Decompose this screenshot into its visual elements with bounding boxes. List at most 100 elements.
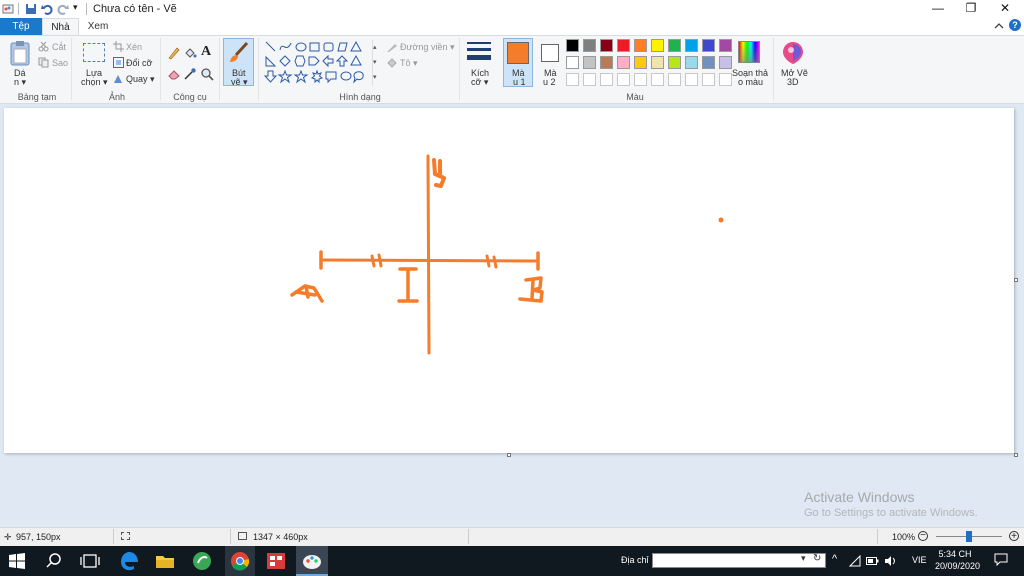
- show-hidden-icons-icon[interactable]: ^: [832, 553, 837, 565]
- color-picker-icon[interactable]: [183, 67, 197, 81]
- cut-icon[interactable]: [38, 41, 49, 52]
- windows-start-icon[interactable]: [8, 552, 26, 570]
- palette-swatch[interactable]: [685, 39, 698, 52]
- palette-swatch[interactable]: [651, 39, 664, 52]
- crop-label[interactable]: Xén: [126, 42, 142, 52]
- palette-swatch[interactable]: [617, 73, 630, 86]
- edit-colors-label-2[interactable]: o màu: [738, 77, 763, 87]
- zoom-slider-thumb[interactable]: [966, 531, 972, 542]
- rotate-label[interactable]: Quay ▾: [126, 74, 155, 85]
- address-dropdown-icon[interactable]: ▾: [801, 553, 806, 564]
- palette-swatch[interactable]: [702, 73, 715, 86]
- input-language[interactable]: VIE: [912, 555, 927, 565]
- collapse-ribbon-icon[interactable]: [994, 21, 1004, 31]
- resize-label[interactable]: Đổi cỡ: [126, 58, 152, 68]
- color2-swatch[interactable]: [541, 44, 559, 62]
- fill-icon[interactable]: [386, 58, 398, 69]
- notifications-icon[interactable]: [994, 553, 1008, 566]
- size-icon[interactable]: [466, 41, 492, 63]
- tab-file[interactable]: Tệp: [0, 18, 42, 35]
- palette-swatch[interactable]: [668, 39, 681, 52]
- size-label-2[interactable]: cỡ ▾: [471, 77, 488, 88]
- volume-icon[interactable]: [884, 555, 896, 567]
- shapes-scroll[interactable]: ▴ ▾ ▾: [372, 40, 380, 86]
- resize-handle-bottom[interactable]: [507, 453, 511, 457]
- palette-swatch[interactable]: [668, 73, 681, 86]
- address-go-icon[interactable]: ↻: [813, 553, 821, 564]
- search-icon[interactable]: [45, 552, 63, 570]
- address-input[interactable]: [652, 553, 826, 568]
- palette-swatch[interactable]: [702, 39, 715, 52]
- palette-swatch[interactable]: [600, 56, 613, 69]
- palette-swatch[interactable]: [651, 73, 664, 86]
- palette-swatch[interactable]: [600, 73, 613, 86]
- close-button[interactable]: ✕: [988, 0, 1022, 18]
- fill-dropdown[interactable]: Tô ▾: [400, 58, 418, 69]
- palette-swatch[interactable]: [583, 56, 596, 69]
- palette-swatch[interactable]: [634, 39, 647, 52]
- color2-label-2[interactable]: u 2: [543, 77, 556, 87]
- resize-handle-right[interactable]: [1014, 278, 1018, 282]
- zoom-in-button[interactable]: +: [1009, 531, 1019, 542]
- maximize-button[interactable]: ❐: [954, 0, 988, 18]
- file-explorer-icon[interactable]: [154, 550, 176, 572]
- minimize-button[interactable]: —: [921, 0, 955, 18]
- tab-view[interactable]: Xem: [82, 18, 114, 35]
- edge-browser-icon[interactable]: [118, 550, 140, 572]
- cut-label[interactable]: Cắt: [52, 42, 66, 52]
- palette-swatch[interactable]: [685, 73, 698, 86]
- app-icon-red-grid[interactable]: [265, 550, 287, 572]
- select-icon[interactable]: [83, 43, 105, 62]
- zoom-out-button[interactable]: −: [918, 531, 928, 541]
- palette-swatch[interactable]: [583, 73, 596, 86]
- palette-swatch[interactable]: [634, 73, 647, 86]
- copy-icon[interactable]: [38, 57, 49, 68]
- app-icon-green[interactable]: [191, 550, 213, 572]
- select-label-2[interactable]: chọn ▾: [81, 77, 108, 88]
- battery-icon[interactable]: [866, 556, 879, 566]
- palette-swatch[interactable]: [566, 39, 579, 52]
- resize-icon[interactable]: [113, 57, 124, 68]
- palette-swatch[interactable]: [600, 39, 613, 52]
- clock[interactable]: 5:34 CH 20/09/2020: [935, 548, 980, 572]
- drawing-canvas[interactable]: [4, 108, 1014, 453]
- copy-label[interactable]: Sao: [52, 58, 68, 68]
- palette-swatch[interactable]: [566, 73, 579, 86]
- palette-swatch[interactable]: [685, 56, 698, 69]
- palette-swatch[interactable]: [617, 39, 630, 52]
- edit-colors-icon[interactable]: [738, 41, 760, 63]
- palette-swatch[interactable]: [719, 39, 732, 52]
- palette-swatch[interactable]: [719, 56, 732, 69]
- paint3d-label-2[interactable]: 3D: [787, 77, 799, 87]
- palette-swatch[interactable]: [617, 56, 630, 69]
- redo-icon[interactable]: [57, 3, 69, 15]
- customize-qa-icon[interactable]: ▾: [73, 2, 78, 13]
- paste-icon[interactable]: [9, 40, 31, 66]
- task-view-icon[interactable]: [80, 552, 100, 570]
- palette-swatch[interactable]: [668, 56, 681, 69]
- shapes-gallery[interactable]: [264, 40, 370, 86]
- pencil-icon[interactable]: [167, 46, 181, 60]
- paint3d-icon[interactable]: [782, 41, 804, 65]
- undo-icon[interactable]: [41, 3, 53, 15]
- palette-swatch[interactable]: [651, 56, 664, 69]
- paste-label-2[interactable]: n ▾: [14, 77, 26, 88]
- palette-swatch[interactable]: [702, 56, 715, 69]
- outline-icon[interactable]: [386, 42, 398, 53]
- eraser-icon[interactable]: [167, 67, 181, 81]
- palette-swatch[interactable]: [634, 56, 647, 69]
- magnifier-icon[interactable]: [200, 67, 214, 81]
- tab-home[interactable]: Nhà: [42, 18, 79, 35]
- fill-bucket-icon[interactable]: [183, 46, 197, 60]
- outline-dropdown[interactable]: Đường viền ▾: [400, 42, 454, 53]
- text-tool-icon[interactable]: A: [201, 44, 211, 60]
- save-icon[interactable]: [25, 3, 37, 15]
- crop-icon[interactable]: [113, 41, 124, 52]
- rotate-icon[interactable]: [113, 73, 124, 84]
- chrome-icon[interactable]: [229, 550, 251, 572]
- network-icon[interactable]: [849, 555, 861, 567]
- palette-swatch[interactable]: [583, 39, 596, 52]
- help-icon[interactable]: ?: [1009, 19, 1021, 31]
- palette-swatch[interactable]: [719, 73, 732, 86]
- palette-swatch[interactable]: [566, 56, 579, 69]
